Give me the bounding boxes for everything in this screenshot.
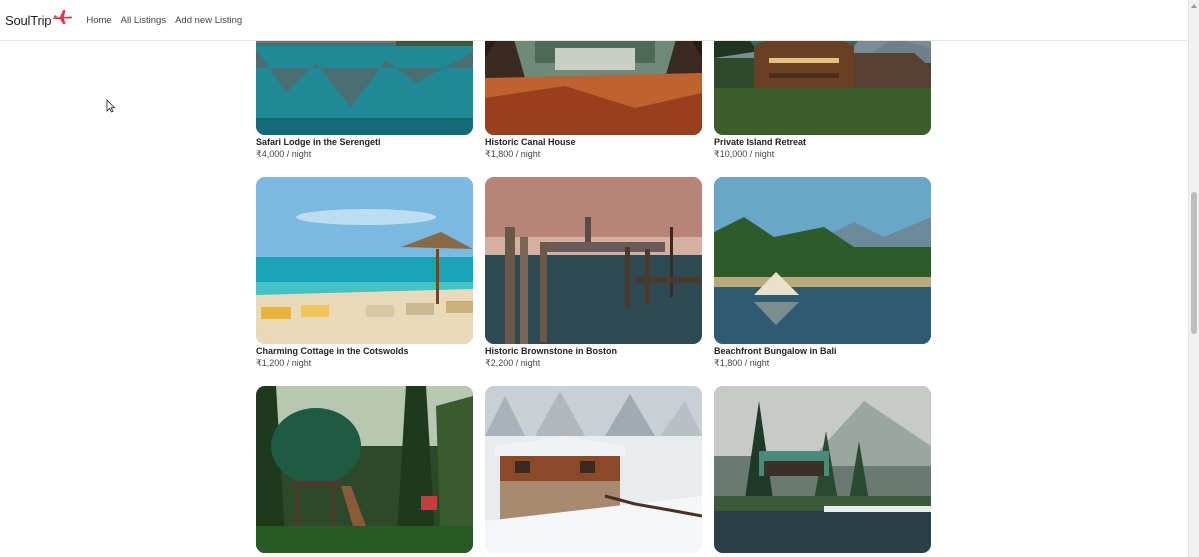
- airplane-icon: [53, 10, 73, 24]
- listing-card[interactable]: Historic Brownstone in Boston ₹2,200 / n…: [485, 177, 702, 369]
- listing-title: Charming Cottage in the Cotswolds: [256, 346, 409, 356]
- mouse-cursor-icon: [106, 99, 116, 113]
- listing-image[interactable]: [714, 386, 931, 553]
- listing-price: ₹10,000 / night: [714, 149, 775, 159]
- nav-links: Home All Listings Add new Listing: [86, 15, 251, 26]
- brand-logo[interactable]: SoulTrip: [5, 0, 74, 41]
- scrollbar-thumb[interactable]: [1191, 192, 1197, 334]
- listing-title: Beachfront Bungalow in Bali: [714, 346, 837, 356]
- listings-grid: Safari Lodge in the Serengeti ₹4,000 / n…: [256, 0, 932, 557]
- listing-image[interactable]: [256, 177, 473, 344]
- listing-title: Safari Lodge in the Serengeti: [256, 137, 381, 147]
- brand-name[interactable]: SoulTrip: [5, 13, 52, 28]
- nav-link-add-new-listing[interactable]: Add new Listing: [175, 15, 242, 26]
- listing-price: ₹4,000 / night: [256, 149, 312, 159]
- listing-card[interactable]: [485, 386, 702, 554]
- listing-image[interactable]: [256, 386, 473, 553]
- listing-price: ₹2,200 / night: [485, 358, 541, 368]
- scroll-up-arrow-icon[interactable]: [1191, 4, 1197, 8]
- listing-price: ₹1,800 / night: [485, 149, 541, 159]
- listing-card[interactable]: Charming Cottage in the Cotswolds ₹1,200…: [256, 177, 473, 369]
- listing-card[interactable]: [714, 386, 931, 554]
- listing-title: Historic Canal House: [485, 137, 576, 147]
- listing-title: Historic Brownstone in Boston: [485, 346, 618, 356]
- listing-title: Private Island Retreat: [714, 137, 807, 147]
- listing-image[interactable]: [485, 177, 702, 344]
- listing-card[interactable]: Beachfront Bungalow in Bali ₹1,800 / nig…: [714, 177, 931, 369]
- nav-link-all-listings[interactable]: All Listings: [121, 15, 166, 26]
- nav-link-home[interactable]: Home: [86, 15, 111, 26]
- top-navbar: SoulTrip Home All Listings Add new Listi…: [0, 0, 1188, 41]
- listing-image[interactable]: [485, 386, 702, 553]
- listing-price: ₹1,200 / night: [256, 358, 312, 368]
- listing-card[interactable]: [256, 386, 473, 554]
- listing-price: ₹1,800 / night: [714, 358, 770, 368]
- listing-image[interactable]: [714, 177, 931, 344]
- page-scrollbar[interactable]: [1188, 0, 1199, 557]
